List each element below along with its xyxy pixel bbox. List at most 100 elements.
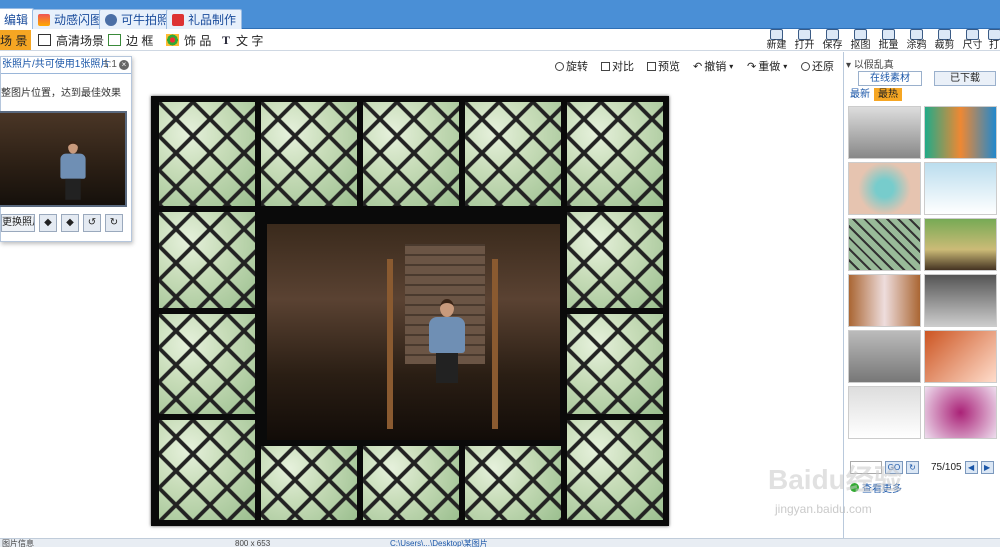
person-body bbox=[60, 153, 86, 179]
subtab-decoration[interactable]: 饰 品 bbox=[162, 30, 215, 50]
category-heading[interactable]: ▾ 以假乱真 bbox=[846, 56, 894, 71]
tab-camera[interactable]: 可牛拍照 bbox=[99, 9, 176, 29]
person-head bbox=[440, 299, 454, 317]
frame-tile bbox=[261, 446, 357, 520]
prev-page-button[interactable]: ◀ bbox=[964, 460, 978, 474]
user-photo[interactable] bbox=[267, 224, 560, 440]
swap-photo-button[interactable]: 更换照片 bbox=[1, 214, 35, 232]
restore-button[interactable]: 还原 bbox=[801, 58, 834, 74]
cutout-button[interactable]: 抠图 bbox=[848, 28, 873, 52]
rotate-left-button[interactable]: ↺ bbox=[83, 214, 101, 232]
compare-button[interactable]: 对比 bbox=[601, 58, 634, 74]
batch-icon bbox=[882, 29, 895, 40]
hd-scene-icon bbox=[38, 34, 51, 46]
print-icon bbox=[987, 29, 1000, 40]
resize-button[interactable]: 尺寸 bbox=[960, 28, 985, 52]
status-info: 图片信息 bbox=[2, 539, 34, 547]
rotate-icon bbox=[555, 61, 564, 71]
chevron-down-icon: ▾ bbox=[846, 60, 854, 71]
thumbnail-person bbox=[59, 141, 87, 204]
frame-tile bbox=[567, 212, 663, 308]
subtab-border[interactable]: 边 框 bbox=[104, 30, 157, 50]
tab-animation[interactable]: 动感闪图 bbox=[32, 9, 109, 29]
chevron-down-icon[interactable]: ▾ bbox=[729, 62, 733, 71]
button-label: 重做 bbox=[758, 61, 781, 73]
next-page-button[interactable]: ▶ bbox=[980, 460, 994, 474]
flip-horizontal-button[interactable]: ◆ bbox=[39, 214, 57, 232]
button-label: 旋转 bbox=[566, 61, 588, 73]
frame-tile bbox=[159, 314, 255, 414]
photo-thumbnail[interactable] bbox=[0, 111, 127, 207]
redo-button[interactable]: ↷ 重做 ▾ bbox=[747, 58, 787, 74]
tab-label: 编辑 bbox=[4, 13, 29, 27]
page-count: 75/105 bbox=[931, 461, 962, 473]
material-thumb[interactable] bbox=[924, 162, 997, 215]
subtab-label: 场 景 bbox=[0, 33, 28, 48]
tab-online-material[interactable]: 在线素材 bbox=[858, 71, 922, 86]
tool-label: 打开 bbox=[794, 40, 815, 51]
tab-newest[interactable]: 最新 bbox=[846, 88, 874, 101]
subtab-text[interactable]: T文 字 bbox=[218, 30, 267, 50]
tool-label: 打 bbox=[989, 40, 999, 51]
material-thumb[interactable] bbox=[848, 330, 921, 383]
material-thumb[interactable] bbox=[848, 106, 921, 159]
decoration-icon bbox=[166, 34, 179, 46]
ratio-label[interactable]: 1:1 bbox=[103, 59, 117, 70]
crop-button[interactable]: 裁剪 bbox=[932, 28, 957, 52]
material-thumb[interactable] bbox=[924, 386, 997, 439]
rotate-right-button[interactable]: ↻ bbox=[105, 214, 123, 232]
material-thumb[interactable] bbox=[924, 106, 997, 159]
new-button[interactable]: 新建 bbox=[764, 28, 789, 52]
tab-gift[interactable]: 礼品制作 bbox=[166, 9, 243, 29]
tool-label: 尺寸 bbox=[962, 40, 983, 51]
camera-icon bbox=[105, 13, 117, 26]
cutout-icon bbox=[854, 29, 867, 40]
doodle-button[interactable]: 涂鸦 bbox=[904, 28, 929, 52]
panel-title-text: 张照片/共可使用1张照片 bbox=[2, 59, 111, 70]
subtab-label: 饰 品 bbox=[184, 33, 212, 48]
subtab-scene[interactable]: 场 景 bbox=[0, 30, 32, 50]
rotate-button[interactable]: 旋转 bbox=[555, 58, 588, 74]
print-button[interactable]: 打 bbox=[987, 28, 1000, 52]
material-thumb[interactable] bbox=[848, 218, 921, 271]
tab-downloaded[interactable]: 已下载 bbox=[934, 71, 996, 86]
tab-hottest[interactable]: 最热 bbox=[874, 88, 902, 101]
refresh-icon[interactable]: ↻ bbox=[906, 460, 919, 474]
tool-label: 涂鸦 bbox=[906, 40, 927, 51]
chevron-down-icon[interactable]: ▾ bbox=[783, 62, 787, 71]
save-button[interactable]: 保存 bbox=[820, 28, 845, 52]
batch-button[interactable]: 批量 bbox=[876, 28, 901, 52]
material-thumb[interactable] bbox=[848, 162, 921, 215]
material-thumb[interactable] bbox=[924, 330, 997, 383]
resize-icon bbox=[966, 29, 979, 40]
tab-edit[interactable]: 编辑 bbox=[0, 8, 35, 30]
photo-placement-panel: 张照片/共可使用1张照片 1:1 × 整图片位置，达到最佳效果 更换照片 ◆ ◆… bbox=[0, 56, 132, 242]
tab-label: 可牛拍照 bbox=[121, 13, 170, 27]
preview-button[interactable]: 预览 bbox=[647, 58, 680, 74]
stained-glass-frame[interactable] bbox=[151, 96, 669, 526]
open-button[interactable]: 打开 bbox=[792, 28, 817, 52]
save-icon bbox=[826, 29, 839, 40]
tool-label: 裁剪 bbox=[934, 40, 955, 51]
material-thumb[interactable] bbox=[924, 218, 997, 271]
frame-tile bbox=[363, 446, 459, 520]
close-icon[interactable]: × bbox=[119, 60, 129, 70]
panel-buttons: 更换照片 ◆ ◆ ↺ ↻ bbox=[1, 214, 123, 232]
material-thumb[interactable] bbox=[924, 274, 997, 327]
crop-icon bbox=[938, 29, 951, 40]
material-thumb[interactable] bbox=[848, 274, 921, 327]
subtab-label: 边 框 bbox=[126, 33, 154, 48]
subtab-label: 文 字 bbox=[236, 33, 264, 48]
tab-label: 礼品制作 bbox=[188, 13, 237, 27]
subtab-hd-scene[interactable]: 高清场景 bbox=[34, 30, 108, 50]
folder-icon bbox=[798, 29, 811, 40]
undo-button[interactable]: ↶ 撤销 ▾ bbox=[693, 58, 733, 74]
button-label: 撤销 bbox=[704, 61, 727, 73]
frame-tile bbox=[159, 212, 255, 308]
flip-vertical-button[interactable]: ◆ bbox=[61, 214, 79, 232]
frame-tile bbox=[567, 102, 663, 206]
frame-tile bbox=[465, 102, 561, 206]
tool-label: 批量 bbox=[878, 40, 899, 51]
title-bar: 编辑 动感闪图 可牛拍照 礼品制作 bbox=[0, 0, 1000, 30]
material-thumb[interactable] bbox=[848, 386, 921, 439]
